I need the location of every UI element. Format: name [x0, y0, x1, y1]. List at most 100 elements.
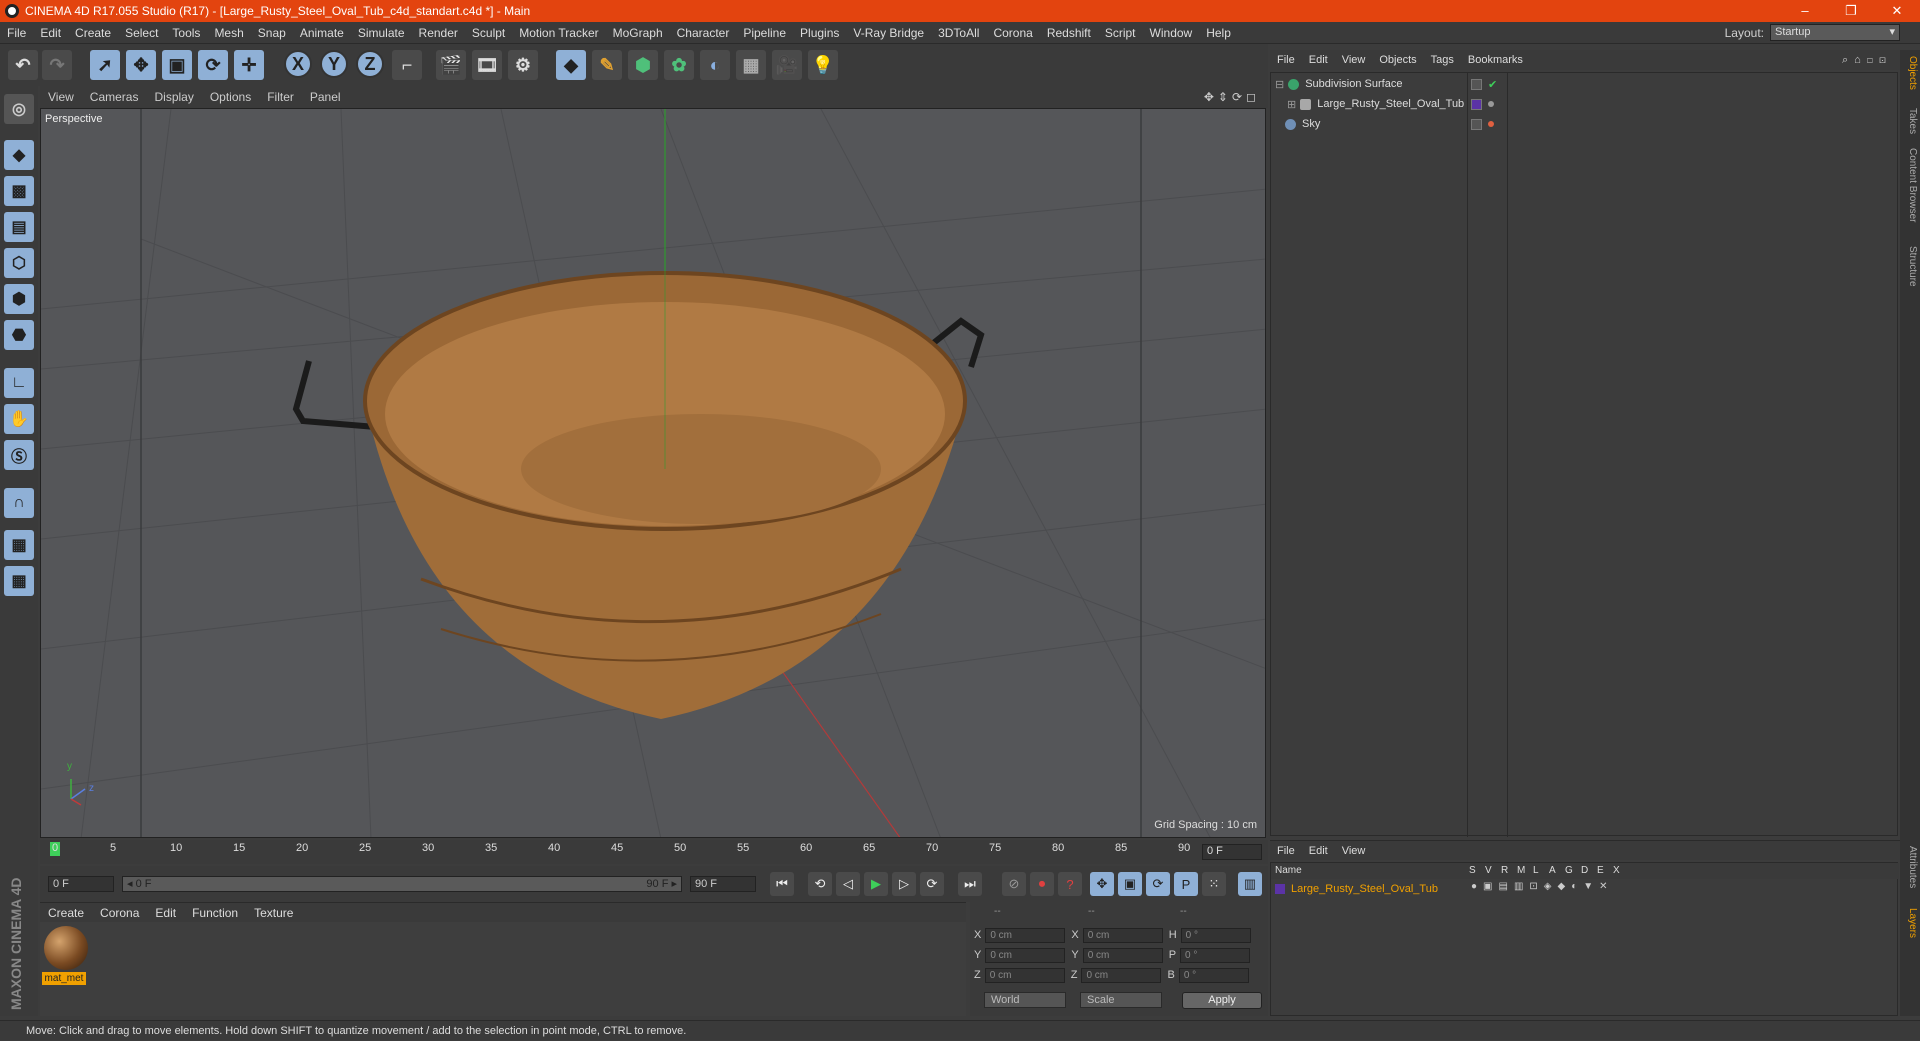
menu-redshift[interactable]: Redshift — [1040, 26, 1098, 40]
transform-mode-dropdown[interactable]: Scale — [1080, 992, 1162, 1008]
object-menu-tags[interactable]: Tags — [1424, 54, 1461, 66]
menu-mograph[interactable]: MoGraph — [606, 26, 670, 40]
layer-menu-edit[interactable]: Edit — [1302, 845, 1335, 857]
undo-icon[interactable]: ↶ — [8, 50, 38, 80]
workplane-lock-icon[interactable]: ▦ — [4, 530, 34, 560]
material-menu-texture[interactable]: Texture — [246, 906, 301, 920]
enable-axis-icon[interactable]: ∟ — [4, 368, 34, 398]
visibility-dot[interactable] — [1488, 101, 1494, 107]
x-axis-lock-icon[interactable]: X — [284, 50, 312, 78]
menu-tools[interactable]: Tools — [165, 26, 207, 40]
visibility-dot[interactable] — [1488, 121, 1494, 127]
previous-key-icon[interactable]: ⟲ — [808, 872, 832, 896]
menu-simulate[interactable]: Simulate — [351, 26, 412, 40]
menu-script[interactable]: Script — [1098, 26, 1143, 40]
redo-icon[interactable]: ↷ — [42, 50, 72, 80]
play-icon[interactable]: ▶ — [864, 872, 888, 896]
menu-create[interactable]: Create — [68, 26, 118, 40]
timeline-ruler[interactable]: 0 5 10 15 20 25 30 35 40 45 50 55 60 65 … — [40, 840, 1268, 864]
menu-file[interactable]: File — [0, 26, 33, 40]
material-menu-create[interactable]: Create — [40, 906, 92, 920]
tweak-mode-icon[interactable]: ✋ — [4, 404, 34, 434]
y-axis-lock-icon[interactable]: Y — [320, 50, 348, 78]
maximize-button[interactable]: ❐ — [1828, 0, 1874, 22]
points-mode-icon[interactable]: ⬡ — [4, 248, 34, 278]
layer-menu-file[interactable]: File — [1270, 845, 1302, 857]
viewport-menu-view[interactable]: View — [40, 90, 82, 104]
model-mode-icon[interactable]: ◆ — [4, 140, 34, 170]
rotate-icon[interactable]: ⟳ — [198, 50, 228, 80]
viewport-menu-cameras[interactable]: Cameras — [82, 90, 147, 104]
layer-menu-view[interactable]: View — [1335, 845, 1373, 857]
menu-snap[interactable]: Snap — [251, 26, 293, 40]
key-point-level-icon[interactable]: ⁙ — [1202, 872, 1226, 896]
key-scale-icon[interactable]: ▣ — [1118, 872, 1142, 896]
material-menu-edit[interactable]: Edit — [147, 906, 184, 920]
coordinate-system-icon[interactable]: ⌐ — [392, 50, 422, 80]
position-z-field[interactable]: 0 cm — [984, 967, 1065, 983]
layer-row[interactable]: Large_Rusty_Steel_Oval_Tub — [1275, 881, 1438, 897]
menu-render[interactable]: Render — [412, 26, 465, 40]
minimize-button[interactable]: – — [1782, 0, 1828, 22]
menu-3dtoall[interactable]: 3DToAll — [931, 26, 986, 40]
menu-help[interactable]: Help — [1199, 26, 1238, 40]
perspective-viewport[interactable]: Perspective y z Grid Spacing : 10 cm — [40, 108, 1266, 838]
next-key-icon[interactable]: ⟳ — [920, 872, 944, 896]
rotation-b-field[interactable]: 0 ° — [1178, 967, 1249, 983]
cloner-icon[interactable]: ✿ — [664, 50, 694, 80]
object-row-sky[interactable]: Sky — [1285, 115, 1320, 133]
live-selection-icon[interactable]: ➚ — [90, 50, 120, 80]
deformer-icon[interactable]: ◐ — [700, 50, 730, 80]
current-frame-field[interactable]: 0 F — [1202, 844, 1262, 860]
object-row-subdivision-surface[interactable]: ⊟ Subdivision Surface — [1275, 75, 1402, 93]
object-menu-objects[interactable]: Objects — [1372, 54, 1423, 66]
snapping-icon[interactable]: ∩ — [4, 488, 34, 518]
record-keys-icon[interactable]: ⊘ — [1002, 872, 1026, 896]
visibility-toggle[interactable] — [1471, 78, 1482, 90]
viewport-navigation-icons[interactable]: ✥⇕⟳◻ — [1204, 90, 1260, 104]
subdivision-surface-icon[interactable]: ⬢ — [628, 50, 658, 80]
menu-vray-bridge[interactable]: V-Ray Bridge — [846, 26, 931, 40]
previous-frame-icon[interactable]: ◁ — [836, 872, 860, 896]
texture-mode-icon[interactable]: ▩ — [4, 176, 34, 206]
menu-edit[interactable]: Edit — [33, 26, 68, 40]
rotation-h-field[interactable]: 0 ° — [1180, 927, 1251, 943]
tab-attributes[interactable]: Attributes — [1902, 846, 1918, 888]
tab-takes[interactable]: Takes — [1902, 108, 1918, 134]
workplane-mode-icon[interactable]: ▤ — [4, 212, 34, 242]
size-x-field[interactable]: 0 cm — [1082, 927, 1163, 943]
enabled-check-icon[interactable]: ✔ — [1488, 78, 1497, 91]
menu-motion-tracker[interactable]: Motion Tracker — [512, 26, 605, 40]
rotation-p-field[interactable]: 0 ° — [1180, 947, 1251, 963]
object-row-tub[interactable]: ⊞ Large_Rusty_Steel_Oval_Tub — [1287, 95, 1464, 113]
object-menu-file[interactable]: File — [1270, 54, 1302, 66]
size-z-field[interactable]: 0 cm — [1081, 967, 1162, 983]
solo-mode-icon[interactable]: Ⓢ — [4, 440, 34, 470]
tab-content-browser[interactable]: Content Browser — [1902, 148, 1918, 222]
polygons-mode-icon[interactable]: ⬣ — [4, 320, 34, 350]
preview-range-slider[interactable]: ◂ 0 F 90 F ▸ — [122, 876, 682, 892]
menu-window[interactable]: Window — [1143, 26, 1200, 40]
keyframe-selection-icon[interactable]: ? — [1058, 872, 1082, 896]
go-to-start-icon[interactable]: ⏮ — [770, 872, 794, 896]
tab-structure[interactable]: Structure — [1902, 246, 1918, 287]
menu-sculpt[interactable]: Sculpt — [465, 26, 512, 40]
menu-mesh[interactable]: Mesh — [207, 26, 250, 40]
light-icon[interactable]: 💡 — [808, 50, 838, 80]
move-icon[interactable]: ✥ — [126, 50, 156, 80]
floor-icon[interactable]: ▦ — [736, 50, 766, 80]
autokey-icon[interactable]: ⏺ — [1030, 872, 1054, 896]
menu-select[interactable]: Select — [118, 26, 165, 40]
edges-mode-icon[interactable]: ⬢ — [4, 284, 34, 314]
next-frame-icon[interactable]: ▷ — [892, 872, 916, 896]
spline-pen-icon[interactable]: ✎ — [592, 50, 622, 80]
menu-animate[interactable]: Animate — [293, 26, 351, 40]
cube-primitive-icon[interactable]: ◆ — [556, 50, 586, 80]
apply-button[interactable]: Apply — [1182, 992, 1262, 1009]
go-to-end-icon[interactable]: ⏭ — [958, 872, 982, 896]
layer-color-swatch[interactable] — [1275, 884, 1285, 894]
object-manager-search-icons[interactable]: ⌕⌂◻⊡ — [1842, 54, 1892, 67]
start-frame-field[interactable]: 0 F — [48, 876, 114, 892]
z-axis-lock-icon[interactable]: Z — [356, 50, 384, 78]
material-menu-corona[interactable]: Corona — [92, 906, 147, 920]
